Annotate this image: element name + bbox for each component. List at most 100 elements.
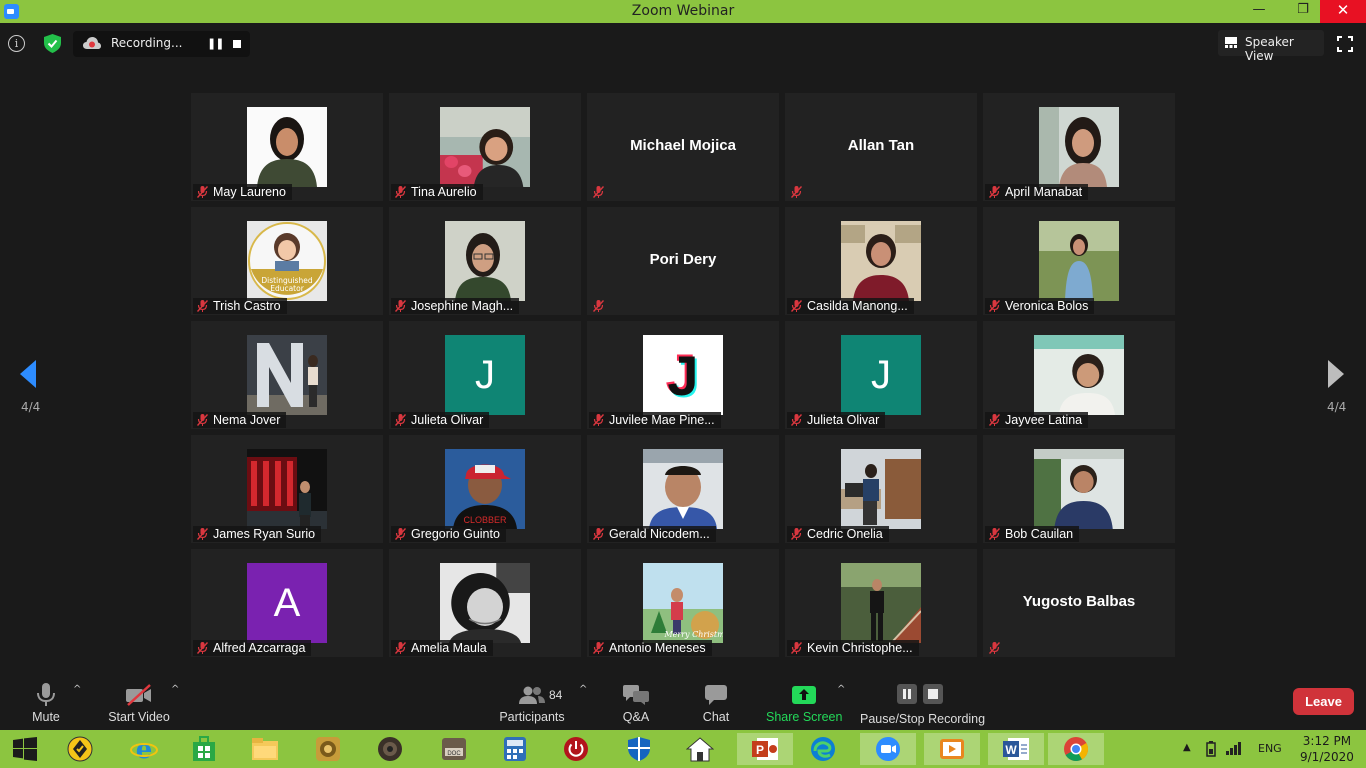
participant-tile[interactable]: Nema Jover <box>191 321 383 429</box>
participant-tile[interactable]: Jayvee Latina <box>983 321 1175 429</box>
microphone-icon <box>37 683 55 706</box>
participant-tile[interactable]: April Manabat <box>983 93 1175 201</box>
qa-label: Q&A <box>622 710 650 724</box>
participant-name: Antonio Meneses <box>609 641 706 655</box>
participant-tile[interactable]: Josephine Magh... <box>389 207 581 315</box>
share-screen-icon <box>792 686 816 704</box>
battery-icon[interactable] <box>1204 741 1218 757</box>
stop-recording-icon[interactable] <box>233 40 241 48</box>
media-player-icon[interactable] <box>924 733 980 765</box>
participant-tile[interactable]: Bob Cauilan <box>983 435 1175 543</box>
powerpoint-icon[interactable]: P <box>737 733 793 765</box>
participant-tile[interactable]: J Julieta Olivar <box>785 321 977 429</box>
participant-avatar: J <box>445 335 525 415</box>
participant-tile[interactable]: Amelia Maula <box>389 549 581 657</box>
word-icon[interactable]: W <box>988 733 1044 765</box>
chat-button[interactable]: Chat <box>696 680 736 724</box>
participant-avatar: J <box>841 335 921 415</box>
speaker-view-button[interactable]: Speaker View <box>1218 30 1324 63</box>
participant-tile[interactable]: J Julieta Olivar <box>389 321 581 429</box>
participants-button[interactable]: 84 Participants <box>497 680 567 724</box>
participant-tile[interactable]: Allan Tan <box>785 93 977 201</box>
participant-tile[interactable]: Kevin Christophe... <box>785 549 977 657</box>
info-icon[interactable]: i <box>8 35 25 52</box>
chat-icon <box>705 685 727 705</box>
chrome-icon[interactable] <box>1048 733 1104 765</box>
muted-mic-icon <box>395 300 406 312</box>
close-button[interactable]: ✕ <box>1320 0 1366 23</box>
speaker-app-icon[interactable] <box>368 733 412 765</box>
tray-expand-icon[interactable]: ▲ <box>1183 742 1191 753</box>
calculator-app-icon[interactable] <box>493 733 537 765</box>
participant-photo <box>1039 107 1119 187</box>
participant-tile[interactable]: Michael Mojica <box>587 93 779 201</box>
pause-stop-recording-button[interactable]: Pause/Stop Recording <box>860 680 986 726</box>
leave-button[interactable]: Leave <box>1293 688 1354 715</box>
speaker-view-label: Speaker View <box>1245 35 1294 63</box>
participant-name: Yugosto Balbas <box>1022 593 1136 610</box>
zoom-icon[interactable] <box>860 733 916 765</box>
video-options-caret[interactable]: ^ <box>171 684 179 695</box>
share-options-caret[interactable]: ^ <box>837 684 845 695</box>
participant-tile[interactable]: Yugosto Balbas <box>983 549 1175 657</box>
share-screen-button[interactable]: Share Screen <box>766 680 842 724</box>
participant-tile[interactable]: Gerald Nicodem... <box>587 435 779 543</box>
defender-icon[interactable] <box>617 733 661 765</box>
start-video-button[interactable]: Start Video <box>104 680 174 724</box>
store-icon[interactable] <box>182 733 226 765</box>
participant-tile[interactable]: James Ryan Surio <box>191 435 383 543</box>
muted-mic-icon <box>197 642 208 654</box>
pause-recording-icon[interactable]: ❚❚ <box>207 37 224 50</box>
participant-tile[interactable]: Merry Christmas Antonio Meneses <box>587 549 779 657</box>
participant-photo: JJJ <box>643 335 723 415</box>
participants-options-caret[interactable]: ^ <box>579 684 587 695</box>
mute-button[interactable]: Mute <box>26 680 66 724</box>
previous-page-button[interactable] <box>20 360 36 392</box>
system-clock[interactable]: 3:12 PM 9/1/2020 <box>1300 733 1354 765</box>
participant-mute-status <box>985 640 1005 656</box>
participant-tile[interactable]: May Laureno <box>191 93 383 201</box>
minimize-button[interactable]: — <box>1244 0 1274 23</box>
windows-start-icon[interactable] <box>3 733 47 765</box>
share-screen-label: Share Screen <box>766 710 843 724</box>
participant-tile[interactable]: Distinguished Educator Trish Castro <box>191 207 383 315</box>
participant-name: Amelia Maula <box>411 641 487 655</box>
participant-tile[interactable]: Casilda Manong... <box>785 207 977 315</box>
file-explorer-icon[interactable] <box>243 733 287 765</box>
educator-badge-text: Distinguished Educator <box>261 276 313 293</box>
app-gold-icon[interactable] <box>306 733 350 765</box>
next-page-button[interactable] <box>1328 360 1344 392</box>
participant-tile[interactable]: Pori Dery <box>587 207 779 315</box>
participant-photo <box>247 449 327 529</box>
power-app-icon[interactable] <box>554 733 598 765</box>
participant-name-label: Gregorio Guinto <box>391 526 506 542</box>
fullscreen-icon[interactable] <box>1337 36 1353 52</box>
participant-name: Jayvee Latina <box>1005 413 1083 427</box>
network-signal-icon[interactable] <box>1226 741 1242 755</box>
participant-tile[interactable]: CLOBBER Gregorio Guinto <box>389 435 581 543</box>
language-indicator[interactable]: ENG <box>1258 742 1282 755</box>
participant-photo <box>643 449 723 529</box>
participant-tile[interactable]: Tina Aurelio <box>389 93 581 201</box>
muted-mic-icon <box>989 186 1000 198</box>
restore-button[interactable]: ❐ <box>1288 0 1318 23</box>
encryption-shield-icon[interactable] <box>44 34 61 53</box>
participant-tile[interactable]: A Alfred Azcarraga <box>191 549 383 657</box>
pause-stop-recording-label: Pause/Stop Recording <box>860 712 986 726</box>
participant-tile[interactable]: J J J Juvilee Mae Pine... <box>587 321 779 429</box>
participant-tile[interactable]: Veronica Bolos <box>983 207 1175 315</box>
participant-name-label: May Laureno <box>193 184 292 200</box>
norton-icon[interactable] <box>58 733 102 765</box>
svg-text:P: P <box>756 743 764 757</box>
muted-mic-icon <box>989 300 1000 312</box>
muted-mic-icon <box>791 414 802 426</box>
participant-name-label: Cedric Onelia <box>787 526 889 542</box>
muted-mic-icon <box>593 642 604 654</box>
edge-icon[interactable] <box>801 733 845 765</box>
home-app-icon[interactable] <box>678 733 722 765</box>
audio-options-caret[interactable]: ^ <box>73 684 81 695</box>
doc-app-icon[interactable]: DOC <box>432 733 476 765</box>
qa-button[interactable]: Q&A <box>616 680 656 724</box>
internet-explorer-icon[interactable]: e <box>122 733 166 765</box>
participant-tile[interactable]: Cedric Onelia <box>785 435 977 543</box>
